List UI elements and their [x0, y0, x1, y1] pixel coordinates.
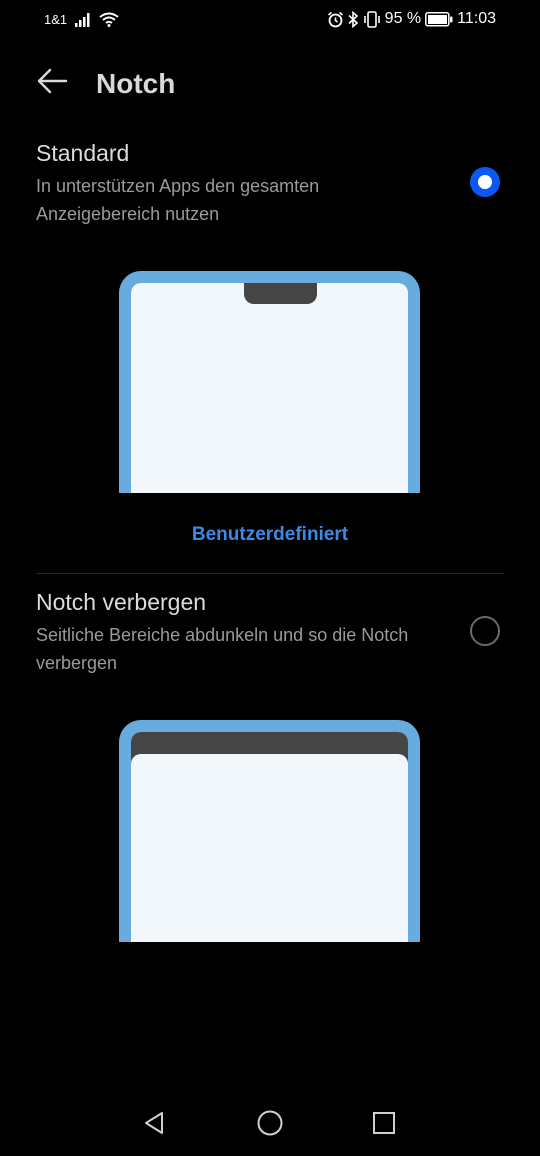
alarm-icon	[327, 11, 344, 28]
vibrate-icon	[363, 10, 381, 28]
recents-square-icon	[371, 1110, 397, 1141]
option-standard-description: In unterstützen Apps den gesamten Anzeig…	[36, 176, 320, 224]
back-triangle-icon	[141, 1110, 167, 1141]
carrier-label: 1&1	[44, 12, 68, 27]
nav-back-button[interactable]	[139, 1110, 169, 1140]
status-bar: 1&1 95 % 11:03	[0, 0, 540, 40]
home-circle-icon	[256, 1109, 284, 1142]
preview-screen	[131, 732, 408, 942]
battery-icon	[425, 11, 453, 27]
hide-notch-preview-illustration	[119, 720, 420, 942]
clock: 11:03	[457, 10, 496, 27]
nav-home-button[interactable]	[255, 1110, 285, 1140]
standard-preview-illustration	[119, 271, 420, 493]
notch-shape	[244, 283, 317, 304]
custom-settings-link[interactable]: Benutzerdefiniert	[0, 524, 540, 546]
arrow-left-icon	[36, 68, 68, 99]
radio-standard[interactable]	[470, 167, 500, 197]
option-hide-notch-description: Seitliche Bereiche abdunkeln und so die …	[36, 625, 409, 673]
option-standard-title: Standard	[36, 140, 130, 166]
option-hide-notch-title: Notch verbergen	[36, 589, 207, 615]
status-left: 1&1	[44, 12, 119, 27]
notch-settings-screen: 1&1 95 % 11:03 Notch Standard In unterst…	[0, 0, 540, 1156]
nav-recents-button[interactable]	[369, 1110, 399, 1140]
navigation-bar	[0, 1098, 540, 1152]
page-title: Notch	[96, 68, 176, 99]
signal-icon	[75, 12, 91, 27]
preview-content-area	[131, 754, 408, 942]
status-right: 95 % 11:03	[327, 10, 496, 28]
divider	[36, 573, 504, 574]
wifi-icon	[99, 12, 119, 27]
bluetooth-icon	[348, 10, 359, 28]
battery-percent: 95 %	[384, 10, 422, 27]
back-button[interactable]	[34, 67, 70, 99]
preview-screen	[131, 283, 408, 493]
app-bar: Notch	[0, 55, 540, 111]
radio-hide-notch[interactable]	[470, 616, 500, 646]
